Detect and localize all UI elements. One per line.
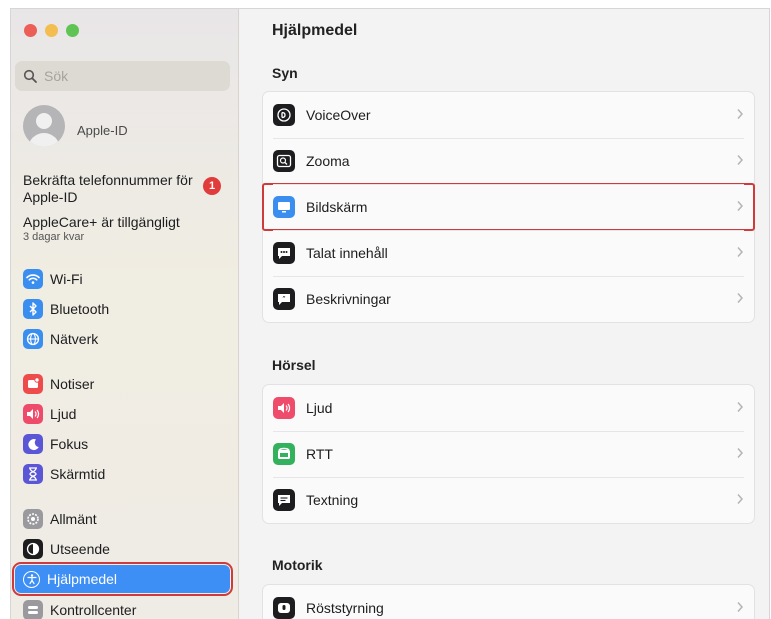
svg-text:”: ” bbox=[282, 295, 286, 303]
zoom-icon bbox=[273, 150, 295, 172]
chevron-right-icon bbox=[737, 448, 744, 458]
voice-control-icon bbox=[273, 597, 295, 619]
row-zoom[interactable]: Zooma bbox=[263, 138, 754, 184]
chevron-right-icon bbox=[737, 293, 744, 303]
sidebar-item-label: Wi-Fi bbox=[50, 271, 83, 287]
chevron-right-icon bbox=[737, 402, 744, 412]
section-title-motor: Motorik bbox=[272, 557, 323, 573]
zoom-window-button[interactable] bbox=[66, 24, 79, 37]
window-controls bbox=[24, 24, 79, 37]
sidebar-item-network[interactable]: Nätverk bbox=[15, 325, 230, 353]
close-window-button[interactable] bbox=[24, 24, 37, 37]
sidebar-item-label: Allmänt bbox=[50, 511, 97, 527]
voiceover-icon bbox=[273, 104, 295, 126]
applecare-title: AppleCare+ är tillgängligt bbox=[23, 214, 180, 230]
row-label: Röststyrning bbox=[306, 600, 384, 616]
sidebar-item-accessibility[interactable]: Hjälpmedel bbox=[12, 562, 233, 596]
section-title-hearing: Hörsel bbox=[272, 357, 316, 373]
avatar bbox=[23, 105, 65, 147]
sidebar-item-label: Hjälpmedel bbox=[47, 571, 118, 587]
row-label: RTT bbox=[306, 446, 333, 462]
applecare-item[interactable]: AppleCare+ är tillgängligt 3 dagar kvar bbox=[23, 214, 180, 243]
moon-icon bbox=[23, 434, 43, 454]
chevron-right-icon bbox=[737, 201, 744, 211]
sidebar-item-notifications[interactable]: Notiser bbox=[15, 370, 230, 398]
row-voiceover[interactable]: VoiceOver bbox=[263, 92, 754, 138]
chevron-right-icon bbox=[737, 155, 744, 165]
display-icon bbox=[273, 196, 295, 218]
row-label: Beskrivningar bbox=[306, 291, 391, 307]
row-sound[interactable]: Ljud bbox=[263, 385, 754, 431]
vision-group: VoiceOver Zooma Bildskärm Talat innehåll… bbox=[262, 91, 755, 323]
section-title-vision: Syn bbox=[272, 65, 298, 81]
row-display[interactable]: Bildskärm bbox=[262, 183, 755, 231]
row-label: VoiceOver bbox=[306, 107, 371, 123]
row-voice-control[interactable]: Röststyrning bbox=[263, 585, 754, 619]
sidebar-item-label: Skärmtid bbox=[50, 466, 106, 482]
sidebar-item-focus[interactable]: Fokus bbox=[15, 430, 230, 458]
page-title: Hjälpmedel bbox=[272, 22, 358, 39]
sidebar-item-general[interactable]: Allmänt bbox=[15, 505, 230, 533]
sidebar-item-label: Nätverk bbox=[50, 331, 99, 347]
speaker-icon bbox=[23, 404, 43, 424]
row-label: Talat innehåll bbox=[306, 245, 388, 261]
apple-id-profile[interactable]: Apple-ID bbox=[23, 105, 128, 147]
row-label: Ljud bbox=[306, 400, 333, 416]
settings-window: Sök Apple-ID Bekräfta telefonnummer för … bbox=[10, 8, 770, 619]
row-spoken-content[interactable]: Talat innehåll bbox=[263, 230, 754, 276]
confirm-phone-item[interactable]: Bekräfta telefonnummer för Apple-ID bbox=[23, 172, 223, 206]
captions-icon bbox=[273, 489, 295, 511]
sidebar-item-label: Notiser bbox=[50, 376, 95, 392]
speech-bubble-icon bbox=[273, 242, 295, 264]
sidebar-item-screen-time[interactable]: Skärmtid bbox=[15, 460, 230, 488]
search-icon bbox=[23, 69, 37, 83]
bell-icon bbox=[23, 374, 43, 394]
applecare-subtitle: 3 dagar kvar bbox=[23, 231, 85, 243]
gear-icon bbox=[23, 509, 43, 529]
chevron-right-icon bbox=[737, 247, 744, 257]
hourglass-icon bbox=[23, 464, 43, 484]
sidebar-item-control-center[interactable]: Kontrollcenter bbox=[15, 596, 230, 619]
bluetooth-icon bbox=[23, 299, 43, 319]
sidebar-item-wifi[interactable]: Wi-Fi bbox=[15, 265, 230, 293]
sidebar: Sök Apple-ID Bekräfta telefonnummer för … bbox=[11, 9, 239, 619]
hearing-group: Ljud RTT Textning bbox=[262, 384, 755, 524]
appearance-icon bbox=[23, 539, 43, 559]
rtt-phone-icon bbox=[273, 443, 295, 465]
accessibility-icon bbox=[23, 570, 40, 588]
search-input[interactable]: Sök bbox=[15, 61, 230, 91]
sidebar-item-label: Ljud bbox=[50, 406, 77, 422]
globe-icon bbox=[23, 329, 43, 349]
sidebar-item-label: Kontrollcenter bbox=[50, 602, 137, 618]
sidebar-item-label: Utseende bbox=[50, 541, 110, 557]
sidebar-item-appearance[interactable]: Utseende bbox=[15, 535, 230, 563]
row-label: Bildskärm bbox=[306, 199, 368, 215]
sidebar-item-label: Bluetooth bbox=[50, 301, 110, 317]
row-captions[interactable]: Textning bbox=[263, 477, 754, 523]
row-rtt[interactable]: RTT bbox=[263, 431, 754, 477]
search-placeholder: Sök bbox=[44, 68, 69, 84]
quote-bubble-icon: ” bbox=[273, 288, 295, 310]
wifi-icon bbox=[23, 269, 43, 289]
speaker-icon bbox=[273, 397, 295, 419]
apple-id-label: Apple-ID bbox=[77, 122, 128, 138]
chevron-right-icon bbox=[737, 109, 744, 119]
chevron-right-icon bbox=[737, 494, 744, 504]
sidebar-item-bluetooth[interactable]: Bluetooth bbox=[15, 295, 230, 323]
control-center-icon bbox=[23, 600, 43, 619]
row-label: Zooma bbox=[306, 153, 350, 169]
motor-group: Röststyrning bbox=[262, 584, 755, 619]
chevron-right-icon bbox=[737, 602, 744, 612]
minimize-window-button[interactable] bbox=[45, 24, 58, 37]
main-pane: Hjälpmedel Syn VoiceOver Zooma Bildskärm… bbox=[240, 9, 769, 619]
row-descriptions[interactable]: ” Beskrivningar bbox=[263, 276, 754, 322]
notification-badge: 1 bbox=[203, 177, 221, 195]
row-label: Textning bbox=[306, 492, 359, 508]
sidebar-item-sound[interactable]: Ljud bbox=[15, 400, 230, 428]
sidebar-item-label: Fokus bbox=[50, 436, 89, 452]
